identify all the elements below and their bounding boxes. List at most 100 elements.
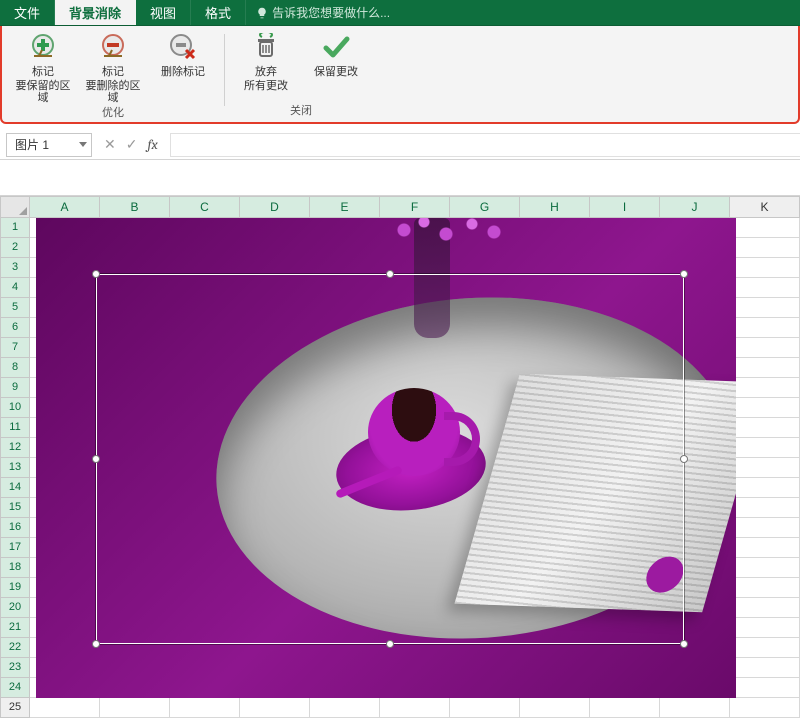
row-header[interactable]: 20	[0, 598, 30, 618]
cell[interactable]	[730, 438, 800, 458]
cell[interactable]	[730, 358, 800, 378]
tab-view[interactable]: 视图	[136, 0, 191, 25]
resize-handle[interactable]	[92, 455, 100, 463]
cell[interactable]	[730, 558, 800, 578]
tab-file[interactable]: 文件	[0, 0, 55, 25]
plus-circle-icon	[26, 30, 60, 64]
column-header[interactable]: D	[240, 196, 310, 218]
cell[interactable]	[730, 218, 800, 238]
resize-handle[interactable]	[92, 640, 100, 648]
cell[interactable]	[240, 698, 310, 718]
column-header[interactable]: H	[520, 196, 590, 218]
row-header[interactable]: 3	[0, 258, 30, 278]
cell[interactable]	[730, 478, 800, 498]
cell[interactable]	[730, 598, 800, 618]
cell[interactable]	[730, 518, 800, 538]
mark-keep-button[interactable]: 标记 要保留的区域	[12, 30, 74, 104]
ribbon-separator	[224, 34, 225, 106]
row-header[interactable]: 13	[0, 458, 30, 478]
row-header[interactable]: 5	[0, 298, 30, 318]
cell[interactable]	[30, 698, 100, 718]
row-header[interactable]: 23	[0, 658, 30, 678]
cell[interactable]	[730, 618, 800, 638]
cell[interactable]	[310, 698, 380, 718]
cell[interactable]	[730, 258, 800, 278]
row-header[interactable]: 19	[0, 578, 30, 598]
row-header[interactable]: 4	[0, 278, 30, 298]
cell[interactable]	[730, 418, 800, 438]
cell[interactable]	[730, 638, 800, 658]
row-header[interactable]: 1	[0, 218, 30, 238]
cell[interactable]	[590, 698, 660, 718]
resize-handle[interactable]	[386, 270, 394, 278]
cell[interactable]	[730, 238, 800, 258]
resize-handle[interactable]	[680, 270, 688, 278]
cell[interactable]	[730, 278, 800, 298]
row-header[interactable]: 12	[0, 438, 30, 458]
cell[interactable]	[730, 498, 800, 518]
discard-changes-button[interactable]: 放弃 所有更改	[235, 30, 297, 92]
cancel-entry-icon[interactable]: ✕	[104, 136, 116, 153]
row-header[interactable]: 16	[0, 518, 30, 538]
resize-handle[interactable]	[680, 455, 688, 463]
accept-entry-icon[interactable]: ✓	[126, 136, 138, 153]
row-header[interactable]: 24	[0, 678, 30, 698]
cell[interactable]	[730, 298, 800, 318]
cell[interactable]	[730, 458, 800, 478]
column-header[interactable]: K	[730, 196, 800, 218]
resize-handle[interactable]	[386, 640, 394, 648]
tell-me-search[interactable]: 告诉我您想要做什么...	[246, 0, 400, 25]
row-header[interactable]: 18	[0, 558, 30, 578]
row-header[interactable]: 8	[0, 358, 30, 378]
row-header[interactable]: 17	[0, 538, 30, 558]
select-all-corner[interactable]	[0, 196, 30, 218]
cell[interactable]	[730, 678, 800, 698]
cell[interactable]	[450, 698, 520, 718]
row-header[interactable]: 21	[0, 618, 30, 638]
cell[interactable]	[380, 698, 450, 718]
row-header[interactable]: 14	[0, 478, 30, 498]
formula-input[interactable]	[170, 133, 800, 157]
embedded-image[interactable]	[36, 218, 736, 698]
cell[interactable]	[730, 378, 800, 398]
column-header[interactable]: J	[660, 196, 730, 218]
row-header[interactable]: 15	[0, 498, 30, 518]
cell[interactable]	[730, 698, 800, 718]
column-header[interactable]: A	[30, 196, 100, 218]
tab-background-remove[interactable]: 背景消除	[55, 0, 136, 25]
cell[interactable]	[730, 398, 800, 418]
column-header[interactable]: E	[310, 196, 380, 218]
cell[interactable]	[100, 698, 170, 718]
row-header[interactable]: 9	[0, 378, 30, 398]
row-header[interactable]: 2	[0, 238, 30, 258]
cell[interactable]	[520, 698, 590, 718]
mark-remove-button[interactable]: 标记 要删除的区域	[82, 30, 144, 104]
checkmark-icon	[319, 30, 353, 64]
row-header[interactable]: 25	[0, 698, 30, 718]
fx-icon[interactable]: fx	[147, 136, 157, 153]
cell[interactable]	[730, 538, 800, 558]
resize-handle[interactable]	[92, 270, 100, 278]
cell[interactable]	[660, 698, 730, 718]
keep-changes-button[interactable]: 保留更改	[305, 30, 367, 92]
cell[interactable]	[730, 338, 800, 358]
cell[interactable]	[730, 578, 800, 598]
resize-handle[interactable]	[680, 640, 688, 648]
row-header[interactable]: 11	[0, 418, 30, 438]
column-header[interactable]: F	[380, 196, 450, 218]
row-header[interactable]: 6	[0, 318, 30, 338]
delete-mark-button[interactable]: 删除标记	[152, 30, 214, 104]
tab-format[interactable]: 格式	[191, 0, 246, 25]
ribbon: 标记 要保留的区域 标记 要删除的区域	[0, 26, 800, 124]
column-header[interactable]: G	[450, 196, 520, 218]
row-header[interactable]: 7	[0, 338, 30, 358]
column-header[interactable]: C	[170, 196, 240, 218]
cell[interactable]	[730, 318, 800, 338]
cell[interactable]	[730, 658, 800, 678]
column-header[interactable]: I	[590, 196, 660, 218]
column-header[interactable]: B	[100, 196, 170, 218]
name-box[interactable]: 图片 1	[6, 133, 92, 157]
row-header[interactable]: 22	[0, 638, 30, 658]
row-header[interactable]: 10	[0, 398, 30, 418]
cell[interactable]	[170, 698, 240, 718]
